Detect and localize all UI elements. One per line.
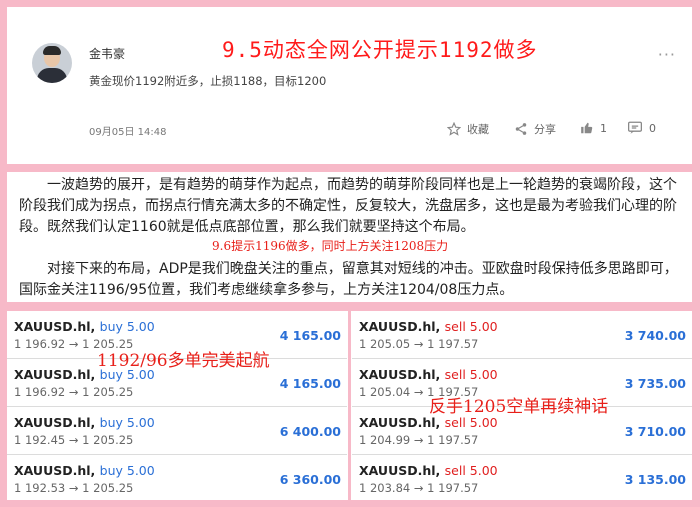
trade-row[interactable]: XAUUSD.hl, buy 5.00 1 192.45 → 1 205.25 … (7, 407, 347, 455)
thumbs-up-icon (581, 122, 593, 134)
trade-side: sell 5.00 (444, 463, 498, 478)
trade-side: buy 5.00 (99, 319, 155, 334)
trade-row[interactable]: XAUUSD.hl, sell 5.00 1 203.84 → 1 197.57… (352, 455, 692, 502)
star-icon (447, 122, 461, 136)
trade-row[interactable]: XAUUSD.hl, sell 5.00 1 205.05 → 1 197.57… (352, 311, 692, 359)
comment-button[interactable]: 0 (627, 121, 656, 135)
comment-icon (628, 121, 642, 134)
trade-symbol: XAUUSD.hl, (14, 367, 96, 382)
username[interactable]: 金韦豪 (89, 45, 125, 62)
share-label: 分享 (534, 123, 556, 136)
trade-side: sell 5.00 (444, 415, 498, 430)
trade-profit: 3 735.00 (624, 376, 686, 391)
trade-side: buy 5.00 (99, 463, 155, 478)
favorite-label: 收藏 (467, 123, 489, 136)
trade-records: XAUUSD.hl, buy 5.00 1 196.92 → 1 205.25 … (7, 311, 692, 500)
post-summary: 黄金现价1192附近多，止损1188，目标1200 (89, 74, 327, 88)
trade-symbol: XAUUSD.hl, (359, 415, 441, 430)
trade-profit: 3 740.00 (624, 328, 686, 343)
trade-symbol: XAUUSD.hl, (359, 367, 441, 382)
buy-orders-column: XAUUSD.hl, buy 5.00 1 196.92 → 1 205.25 … (7, 311, 347, 502)
trade-profit: 6 400.00 (279, 424, 341, 439)
trade-prices: 1 196.92 → 1 205.25 (14, 385, 134, 399)
article-paragraph: 对接下来的布局，ADP是我们晚盘关注的重点，留意其对短线的冲击。亚欧盘时段保持低… (19, 261, 678, 298)
trade-symbol: XAUUSD.hl, (14, 463, 96, 478)
trade-prices: 1 192.45 → 1 205.25 (14, 433, 134, 447)
article-panel: 一波趋势的展开，是有趋势的萌芽作为起点，而趋势的萌芽阶段同样也是上一轮趋势的衰竭… (7, 172, 692, 302)
trade-symbol: XAUUSD.hl, (359, 319, 441, 334)
overlay-caption-sell: 反手1205空单再续神话 (429, 397, 609, 417)
trade-side: sell 5.00 (444, 367, 498, 382)
share-icon (515, 123, 527, 135)
post-date: 09月05日 14:48 (89, 127, 167, 138)
like-button[interactable]: 1 (580, 121, 607, 135)
trade-profit: 3 710.00 (624, 424, 686, 439)
annotation-note: 9.6提示1196做多，同时上方关注1208压力 (212, 239, 449, 253)
share-button[interactable]: 分享 (514, 121, 556, 137)
trade-prices: 1 204.99 → 1 197.57 (359, 433, 479, 447)
more-options-icon[interactable]: ··· (658, 45, 676, 64)
trade-row[interactable]: XAUUSD.hl, buy 5.00 1 192.53 → 1 205.25 … (7, 455, 347, 502)
trade-symbol: XAUUSD.hl, (14, 319, 96, 334)
trade-side: buy 5.00 (99, 415, 155, 430)
comment-count: 0 (649, 121, 656, 135)
trade-profit: 6 360.00 (279, 472, 341, 487)
overlay-caption-buy: 1192/96多单完美起航 (97, 351, 270, 371)
article-paragraph: 一波趋势的展开，是有趋势的萌芽作为起点，而趋势的萌芽阶段同样也是上一轮趋势的衰竭… (19, 177, 677, 235)
trade-prices: 1 203.84 → 1 197.57 (359, 481, 479, 495)
trade-prices: 1 192.53 → 1 205.25 (14, 481, 134, 495)
trade-profit: 3 135.00 (624, 472, 686, 487)
trade-prices: 1 205.05 → 1 197.57 (359, 337, 479, 351)
trade-side: sell 5.00 (444, 319, 498, 334)
trade-symbol: XAUUSD.hl, (359, 463, 441, 478)
column-divider (348, 311, 351, 500)
favorite-button[interactable]: 收藏 (447, 121, 489, 137)
like-count: 1 (600, 121, 607, 135)
post-card: 金韦豪 9.5动态全网公开提示1192做多 ··· 黄金现价1192附近多，止损… (7, 7, 692, 164)
trade-symbol: XAUUSD.hl, (14, 415, 96, 430)
avatar[interactable] (32, 43, 72, 83)
trade-profit: 4 165.00 (279, 376, 341, 391)
post-headline: 9.5动态全网公开提示1192做多 (222, 38, 538, 62)
trade-profit: 4 165.00 (279, 328, 341, 343)
